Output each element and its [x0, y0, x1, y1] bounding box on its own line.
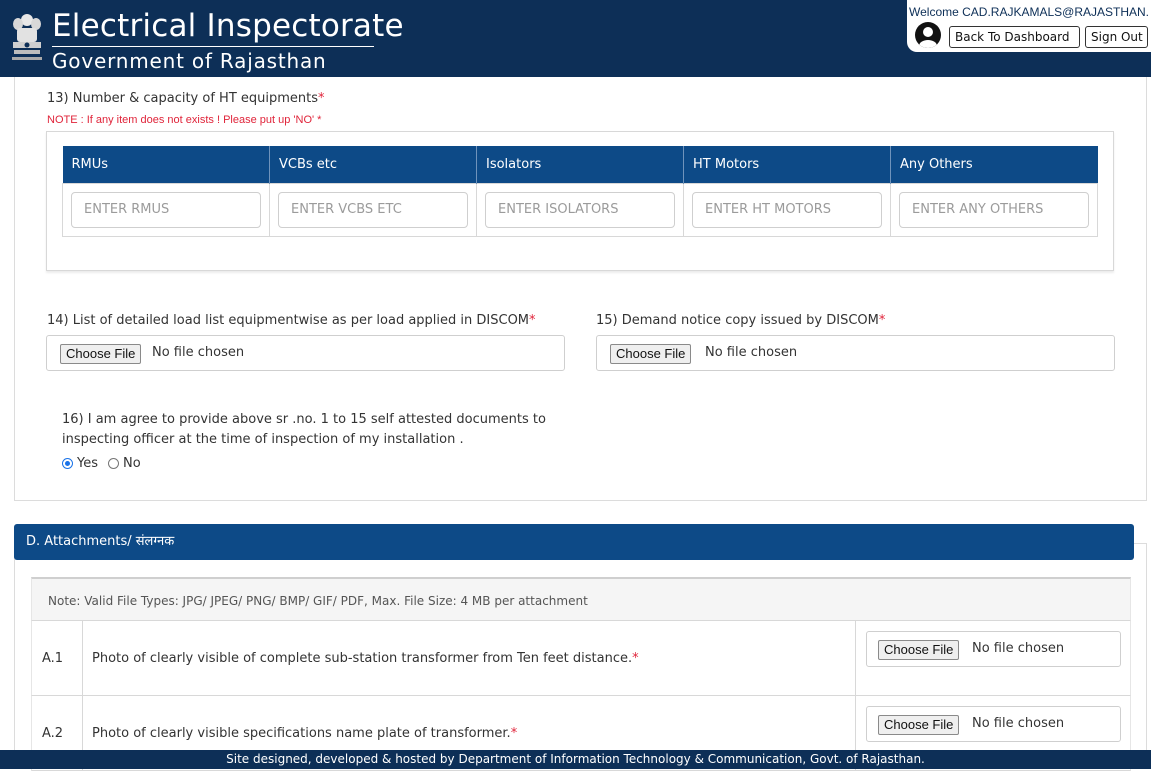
equipment-input-row [62, 182, 1098, 237]
site-title: Electrical Inspectorate [52, 8, 404, 44]
file-status-text: No file chosen [705, 345, 798, 360]
table-cell [890, 182, 1098, 237]
table-cell [62, 182, 270, 237]
q16-label-line1: 16) I am agree to provide above sr .no. … [62, 412, 546, 427]
file-status-text: No file chosen [972, 641, 1065, 656]
column-divider [855, 621, 856, 695]
title-underline [52, 46, 374, 47]
q15-label: 15) Demand notice copy issued by DISCOM* [596, 313, 885, 329]
attachment-file-input[interactable]: Choose File No file chosen [866, 631, 1121, 667]
attachment-description: Photo of clearly visible specifications … [92, 726, 517, 741]
q14-label: 14) List of detailed load list equipment… [47, 313, 536, 329]
choose-file-button[interactable]: Choose File [60, 344, 142, 364]
yes-radio-label[interactable]: Yes [77, 456, 98, 471]
no-radio[interactable] [108, 457, 119, 469]
rmus-input[interactable] [71, 191, 261, 228]
q16-label-line2: inspecting officer at the time of inspec… [62, 432, 464, 447]
welcome-text: Welcome CAD.RAJKAMALS@RAJASTHAN.... [909, 5, 1149, 19]
equipment-table-header-row: RMUs VCBs etc Isolators HT Motors Any Ot… [62, 146, 1098, 183]
sign-out-button[interactable]: Sign Out [1085, 26, 1148, 48]
q16-radio-group: Yes No [62, 455, 151, 471]
table-cell [476, 182, 684, 237]
table-cell [269, 182, 477, 237]
choose-file-button[interactable]: Choose File [878, 640, 960, 660]
state-emblem-icon [12, 14, 42, 60]
file-status-text: No file chosen [972, 716, 1065, 731]
site-footer: Site designed, developed & hosted by Dep… [0, 750, 1151, 769]
column-divider [82, 621, 83, 695]
user-avatar-icon[interactable] [915, 22, 941, 48]
q13-note: NOTE : If any item does not exists ! Ple… [47, 114, 322, 126]
required-mark: * [632, 651, 639, 666]
yes-radio[interactable] [62, 457, 73, 469]
attachment-description-text: Photo of clearly visible specifications … [92, 726, 511, 741]
site-subtitle: Government of Rajasthan [52, 49, 327, 73]
q13-label-text: 13) Number & capacity of HT equipments [47, 91, 319, 106]
isolators-input[interactable] [485, 191, 675, 228]
site-header: Electrical Inspectorate Government of Ra… [0, 0, 1151, 77]
column-header-vcbs: VCBs etc [269, 146, 477, 183]
file-status-text: No file chosen [152, 345, 245, 360]
column-header-rmus: RMUs [62, 146, 270, 183]
attachment-description-text: Photo of clearly visible of complete sub… [92, 651, 633, 666]
attachments-note: Note: Valid File Types: JPG/ JPEG/ PNG/ … [31, 577, 1131, 621]
column-header-isolators: Isolators [476, 146, 684, 183]
attachments-heading: D. Attachments/ संलग्नक [14, 524, 1134, 560]
required-mark: * [529, 313, 536, 328]
attachment-file-input[interactable]: Choose File No file chosen [866, 706, 1121, 742]
attachment-description: Photo of clearly visible of complete sub… [92, 651, 639, 666]
q15-label-text: 15) Demand notice copy issued by DISCOM [596, 313, 879, 328]
choose-file-button[interactable]: Choose File [610, 344, 692, 364]
required-mark: * [878, 313, 886, 328]
any-others-input[interactable] [899, 191, 1089, 228]
user-panel: Welcome CAD.RAJKAMALS@RAJASTHAN.... Back… [907, 0, 1151, 52]
demand-notice-file-input[interactable]: Choose File No file chosen [596, 335, 1115, 371]
load-list-file-input[interactable]: Choose File No file chosen [46, 335, 565, 371]
q14-label-text: 14) List of detailed load list equipment… [47, 313, 530, 328]
required-mark: * [318, 91, 325, 106]
table-cell [683, 182, 891, 237]
equipment-table: RMUs VCBs etc Isolators HT Motors Any Ot… [62, 146, 1098, 237]
required-mark: * [510, 726, 518, 741]
attachment-row: A.1 Photo of clearly visible of complete… [31, 621, 1131, 696]
column-header-any-others: Any Others [890, 146, 1098, 183]
attachment-number: A.1 [42, 651, 64, 666]
ht-motors-input[interactable] [692, 191, 882, 228]
attachment-number: A.2 [42, 726, 64, 741]
no-radio-label[interactable]: No [123, 456, 141, 471]
q13-label: 13) Number & capacity of HT equipments* [47, 91, 325, 107]
column-header-ht-motors: HT Motors [683, 146, 891, 183]
choose-file-button[interactable]: Choose File [878, 715, 960, 735]
vcbs-input[interactable] [278, 191, 468, 228]
back-to-dashboard-button[interactable]: Back To Dashboard [949, 26, 1080, 48]
